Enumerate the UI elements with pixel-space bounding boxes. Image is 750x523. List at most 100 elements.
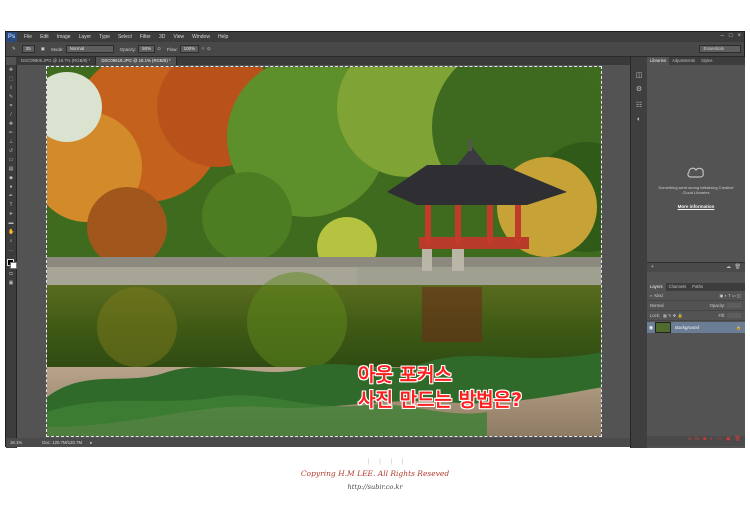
layer-lock-icon: 🔒	[736, 325, 741, 330]
copyright-text: Copyring H.M LEE. All Rights Reseved	[300, 469, 450, 478]
tab-layers[interactable]: Layers	[647, 283, 666, 291]
marquee-tool-icon[interactable]: ⬚	[8, 76, 14, 82]
libraries-footer: + ☁ 🗑	[647, 262, 745, 272]
brush-panel-icon[interactable]: ▣	[41, 46, 45, 52]
blur-tool-icon[interactable]: ◆	[8, 175, 14, 181]
workspace-select[interactable]: Essentials	[699, 45, 741, 53]
fill-input[interactable]	[727, 313, 741, 318]
dodge-tool-icon[interactable]: ●	[8, 184, 14, 190]
delete-layer-icon[interactable]: 🗑	[735, 436, 741, 446]
layer-filter-row: ⌕ Kind ▣ ◐ T ▭ ◫	[647, 291, 745, 301]
mode-select[interactable]: Normal	[65, 45, 114, 53]
brush-tool-icon[interactable]: ✏	[8, 130, 14, 136]
tab-styles[interactable]: Styles	[698, 57, 715, 65]
flow-input[interactable]: 100%	[179, 45, 200, 53]
tab-dsc09619[interactable]: DSC09619.JPG @ 18.1% (RGB/8) *	[96, 57, 177, 65]
history-brush-tool-icon[interactable]: ↺	[8, 148, 14, 154]
gradient-tool-icon[interactable]: ▤	[8, 166, 14, 172]
link-layers-icon[interactable]: ∞	[688, 436, 692, 446]
cloud-sync-icon[interactable]: ☁	[726, 264, 731, 270]
status-menu-arrow-icon[interactable]: ▸	[90, 440, 92, 446]
menu-type[interactable]: Type	[99, 34, 110, 40]
layer-opacity-input[interactable]	[727, 303, 741, 308]
layers-footer: ∞ fx ◙ ◐ ▭ ▣ 🗑	[647, 436, 745, 446]
zoom-tool-icon[interactable]: ⌕	[8, 238, 14, 244]
properties-panel-icon[interactable]: ⚙	[634, 85, 644, 95]
adjustment-layer-icon[interactable]: ◐	[710, 436, 713, 446]
move-tool-icon[interactable]: ✥	[8, 67, 14, 73]
crop-tool-icon[interactable]: ⌗	[8, 103, 14, 109]
flow-label: Flow:	[166, 46, 178, 52]
new-layer-icon[interactable]: ▣	[726, 436, 731, 446]
pressure-opacity-icon[interactable]: ⊙	[157, 46, 161, 52]
document-tabs: DSC09906.JPG @ 16.7% (RGB/8) * DSC09619.…	[16, 57, 630, 65]
quick-mask-icon[interactable]: ◘	[8, 271, 14, 277]
filter-kind-select[interactable]: Kind	[654, 293, 662, 298]
layer-style-icon[interactable]: fx	[695, 436, 699, 446]
pen-tool-icon[interactable]: ✒	[8, 193, 14, 199]
menu-edit[interactable]: Edit	[40, 34, 49, 40]
hand-tool-icon[interactable]: ✋	[8, 229, 14, 235]
new-group-icon[interactable]: ▭	[717, 436, 722, 446]
status-bar: 18.1% Doc: 120.7M/120.7M ▸	[6, 438, 630, 447]
layers-panel-tabs: Layers Channels Paths	[647, 283, 745, 291]
blend-mode-select[interactable]: Normal	[650, 303, 664, 308]
pressure-size-icon[interactable]: ⊙	[207, 46, 211, 52]
filter-search-icon[interactable]: ⌕	[650, 293, 652, 298]
layer-name[interactable]: Background	[675, 325, 699, 330]
tab-channels[interactable]: Channels	[666, 283, 690, 291]
footer-dots: | | | |	[368, 459, 408, 465]
lasso-tool-icon[interactable]: ℓ	[8, 85, 14, 91]
screen-mode-icon[interactable]: ▣	[8, 280, 14, 286]
tab-paths[interactable]: Paths	[689, 283, 706, 291]
tab-libraries[interactable]: Libraries	[647, 57, 670, 65]
path-select-tool-icon[interactable]: ➤	[8, 211, 14, 217]
type-tool-icon[interactable]: T	[8, 202, 14, 208]
menu-select[interactable]: Select	[118, 34, 132, 40]
menu-image[interactable]: Image	[57, 34, 71, 40]
photo-image	[47, 67, 601, 436]
healing-tool-icon[interactable]: ✚	[8, 121, 14, 127]
tools-panel: ✥ ⬚ ℓ ✎ ⌗ ⁄ ✚ ✏ ⊥ ↺ ▭ ▤ ◆ ● ✒ T ➤ ▬ ✋ ⌕ …	[6, 65, 17, 448]
quick-select-tool-icon[interactable]: ✎	[8, 94, 14, 100]
history-panel-icon[interactable]: ◫	[634, 71, 644, 81]
layer-row-background[interactable]: ◉ Background 🔒	[647, 322, 745, 333]
menu-layer[interactable]: Layer	[79, 34, 92, 40]
libraries-panel-icon[interactable]: ☷	[634, 101, 644, 111]
brush-size-picker[interactable]: 25	[21, 45, 35, 53]
eraser-tool-icon[interactable]: ▭	[8, 157, 14, 163]
fill-label: Fill:	[718, 313, 725, 318]
more-information-link[interactable]: More information	[653, 204, 739, 209]
maximize-button[interactable]: □	[729, 33, 733, 39]
tab-adjustments[interactable]: Adjustments	[669, 57, 698, 65]
zoom-level[interactable]: 18.1%	[10, 440, 22, 445]
opacity-input[interactable]: 50%	[138, 45, 156, 53]
menu-window[interactable]: Window	[192, 34, 210, 40]
shape-tool-icon[interactable]: ▬	[8, 220, 14, 226]
menu-help[interactable]: Help	[218, 34, 228, 40]
add-content-icon[interactable]: +	[651, 264, 654, 270]
background-color-swatch[interactable]	[10, 262, 17, 269]
brush-tool-icon[interactable]: ✎	[12, 46, 16, 52]
lock-icons[interactable]: ▦ ✎ ✥ 🔒	[663, 313, 683, 319]
tab-dsc09906[interactable]: DSC09906.JPG @ 16.7% (RGB/8) *	[16, 57, 97, 65]
eyedropper-tool-icon[interactable]: ⁄	[8, 112, 14, 118]
edit-toolbar-icon[interactable]: …	[8, 247, 14, 253]
minimize-button[interactable]: –	[721, 33, 724, 39]
layer-opacity-label: Opacity:	[709, 303, 725, 308]
close-button[interactable]: ×	[737, 33, 741, 39]
lock-row: Lock: ▦ ✎ ✥ 🔒 Fill:	[647, 311, 745, 321]
document-canvas[interactable]: 아웃 포커스 사진 만드는 방법은?	[46, 66, 602, 437]
stamp-tool-icon[interactable]: ⊥	[8, 139, 14, 145]
menu-view[interactable]: View	[173, 34, 184, 40]
menu-3d[interactable]: 3D	[159, 34, 165, 40]
visibility-eye-icon[interactable]: ◉	[647, 325, 655, 331]
airbrush-icon[interactable]: ✧	[201, 46, 205, 52]
add-mask-icon[interactable]: ◙	[703, 436, 706, 446]
trash-icon[interactable]: 🗑	[735, 264, 741, 270]
menu-filter[interactable]: Filter	[140, 34, 151, 40]
menu-file[interactable]: File	[24, 34, 32, 40]
adjustments-panel-icon[interactable]: ◐	[634, 115, 644, 125]
filter-type-icons[interactable]: ▣ ◐ T ▭ ◫	[720, 293, 741, 298]
menu-bar: Ps File Edit Image Layer Type Select Fil…	[6, 32, 744, 42]
